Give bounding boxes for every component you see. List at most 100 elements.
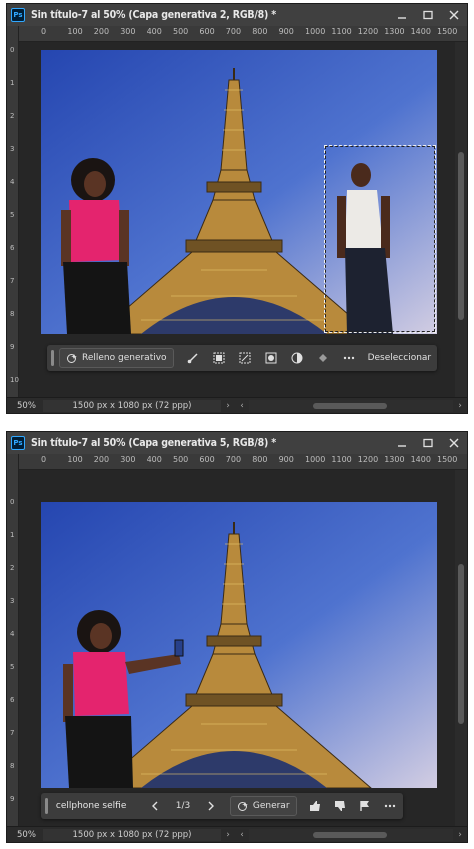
horizontal-scrollbar[interactable] bbox=[249, 828, 453, 841]
brush-icon[interactable] bbox=[180, 347, 206, 369]
chevron-left-icon[interactable]: ‹ bbox=[235, 401, 249, 411]
more-icon[interactable] bbox=[336, 347, 362, 369]
ruler-top-label: 1000 bbox=[305, 455, 326, 464]
marquee-selection[interactable] bbox=[324, 145, 436, 333]
chevron-right-icon[interactable]: › bbox=[453, 830, 467, 840]
document-title: Sin título-7 al 50% (Capa generativa 2, … bbox=[31, 9, 276, 21]
zoom-level[interactable]: 50% bbox=[7, 830, 43, 840]
ruler-top-label: 0 bbox=[41, 27, 47, 36]
ruler-top-label: 1200 bbox=[357, 27, 379, 36]
minimize-icon[interactable] bbox=[389, 432, 415, 454]
horizontal-scroll-thumb[interactable] bbox=[313, 831, 387, 838]
ruler-left-label: 9 bbox=[10, 343, 15, 351]
chevron-right-icon[interactable]: › bbox=[221, 401, 235, 411]
ruler-top-label: 400 bbox=[146, 27, 162, 36]
close-icon[interactable] bbox=[441, 4, 467, 26]
ruler-top-label: 0 bbox=[41, 455, 47, 464]
thumbs-up-icon[interactable] bbox=[302, 795, 327, 817]
generate-button[interactable]: Generar bbox=[229, 796, 297, 816]
ruler-top-label: 300 bbox=[120, 455, 136, 464]
ruler-top-label: 100 bbox=[67, 27, 83, 36]
thumbs-down-icon[interactable] bbox=[328, 795, 353, 817]
vertical-scroll-thumb[interactable] bbox=[458, 564, 464, 724]
circle-mask-icon[interactable] bbox=[258, 347, 284, 369]
generate-icon bbox=[237, 801, 248, 811]
chevron-right-icon[interactable]: › bbox=[453, 401, 467, 411]
ruler-top-label: 600 bbox=[199, 455, 215, 464]
chevron-left-icon[interactable] bbox=[142, 795, 168, 817]
ruler-top-label: 700 bbox=[225, 27, 242, 36]
ruler-top[interactable]: 0 100 200 300 400 500 600 700 800 900 1000 1100 1200… bbox=[7, 454, 467, 470]
chevron-right-icon[interactable] bbox=[198, 795, 224, 817]
horizontal-scroll-thumb[interactable] bbox=[313, 402, 387, 409]
mask-icon[interactable] bbox=[206, 347, 232, 369]
ruler-top-label: 200 bbox=[93, 27, 110, 36]
ruler-corner bbox=[7, 454, 19, 470]
ruler-top-label: 500 bbox=[173, 27, 189, 36]
maximize-icon[interactable] bbox=[415, 432, 441, 454]
ruler-left-label: 6 bbox=[10, 696, 15, 704]
contextual-task-bar: cellphone selfie 1/3 Generar bbox=[41, 793, 403, 819]
close-icon[interactable] bbox=[441, 432, 467, 454]
ruler-left-label: 10 bbox=[10, 376, 19, 384]
ruler-top-label: 900 bbox=[278, 455, 294, 464]
ruler-left[interactable]: 012345678910 bbox=[7, 42, 19, 397]
fill-icon[interactable] bbox=[310, 347, 336, 369]
ruler-left-label: 8 bbox=[10, 310, 15, 318]
ruler-top[interactable]: 0 100 200 300 400 500 600 700 800 900 1000 1100 1200… bbox=[7, 26, 467, 42]
title-bar[interactable]: Ps Sin título-7 al 50% (Capa generativa … bbox=[7, 432, 467, 454]
variation-counter: 1/3 bbox=[175, 801, 191, 811]
document-canvas[interactable] bbox=[41, 502, 437, 788]
document-window-2: Ps Sin título-7 al 50% (Capa generativa … bbox=[6, 431, 468, 843]
transform-icon[interactable] bbox=[232, 347, 258, 369]
document-info[interactable]: 1500 px x 1080 px (72 ppp) bbox=[43, 399, 221, 412]
ruler-top-label: 1400 bbox=[410, 27, 431, 36]
drag-handle[interactable] bbox=[51, 350, 54, 366]
photoshop-app-icon: Ps bbox=[11, 8, 25, 22]
eiffel-tower-photo bbox=[41, 502, 437, 788]
vertical-scroll-thumb[interactable] bbox=[458, 152, 464, 320]
chevron-right-icon[interactable]: › bbox=[221, 830, 235, 840]
ruler-left-label: 5 bbox=[10, 211, 15, 219]
prompt-input[interactable]: cellphone selfie bbox=[53, 796, 142, 816]
ruler-top-label: 1100 bbox=[331, 455, 352, 464]
ruler-left-label: 2 bbox=[10, 564, 15, 572]
ruler-left-label: 8 bbox=[10, 762, 15, 770]
ruler-top-label: 500 bbox=[173, 455, 189, 464]
generative-fill-icon bbox=[67, 353, 77, 363]
document-info[interactable]: 1500 px x 1080 px (72 ppp) bbox=[43, 828, 221, 841]
ruler-top-label: 700 bbox=[225, 455, 242, 464]
minimize-icon[interactable] bbox=[389, 4, 415, 26]
ruler-top-label: 800 bbox=[252, 455, 268, 464]
ruler-left-label: 3 bbox=[10, 597, 15, 605]
title-bar[interactable]: Ps Sin título-7 al 50% (Capa generativa … bbox=[7, 4, 467, 26]
generative-fill-label: Relleno generativo bbox=[82, 353, 167, 363]
drag-handle[interactable] bbox=[45, 798, 48, 814]
maximize-icon[interactable] bbox=[415, 4, 441, 26]
ruler-corner bbox=[7, 26, 19, 42]
ruler-top-label: 300 bbox=[120, 27, 136, 36]
horizontal-scrollbar[interactable] bbox=[249, 399, 453, 412]
document-window-1: Ps Sin título-7 al 50% (Capa generativa … bbox=[6, 3, 468, 414]
status-bar: 50% 1500 px x 1080 px (72 ppp) › ‹ › bbox=[7, 826, 467, 842]
vertical-scrollbar[interactable] bbox=[455, 42, 467, 397]
generative-fill-button[interactable]: Relleno generativo bbox=[59, 348, 174, 368]
ruler-left-label: 1 bbox=[10, 531, 15, 539]
ruler-left-label: 1 bbox=[10, 79, 15, 87]
flag-icon[interactable] bbox=[353, 795, 378, 817]
document-title: Sin título-7 al 50% (Capa generativa 5, … bbox=[31, 437, 276, 449]
ruler-left[interactable]: 012345678910 bbox=[7, 470, 19, 836]
invert-icon[interactable] bbox=[284, 347, 310, 369]
document-canvas[interactable] bbox=[41, 50, 437, 334]
contextual-task-bar: Relleno generativo Deseleccionar bbox=[47, 345, 437, 371]
zoom-level[interactable]: 50% bbox=[7, 401, 43, 411]
vertical-scrollbar[interactable] bbox=[455, 470, 467, 826]
more-icon[interactable] bbox=[378, 795, 403, 817]
deselect-button[interactable]: Deseleccionar bbox=[368, 353, 432, 363]
ruler-left-label: 7 bbox=[10, 277, 15, 285]
chevron-left-icon[interactable]: ‹ bbox=[235, 830, 249, 840]
generate-label: Generar bbox=[252, 801, 290, 811]
ruler-top-label: 1000 bbox=[305, 27, 326, 36]
ruler-left-label: 4 bbox=[10, 630, 15, 638]
ruler-left-label: 5 bbox=[10, 663, 15, 671]
